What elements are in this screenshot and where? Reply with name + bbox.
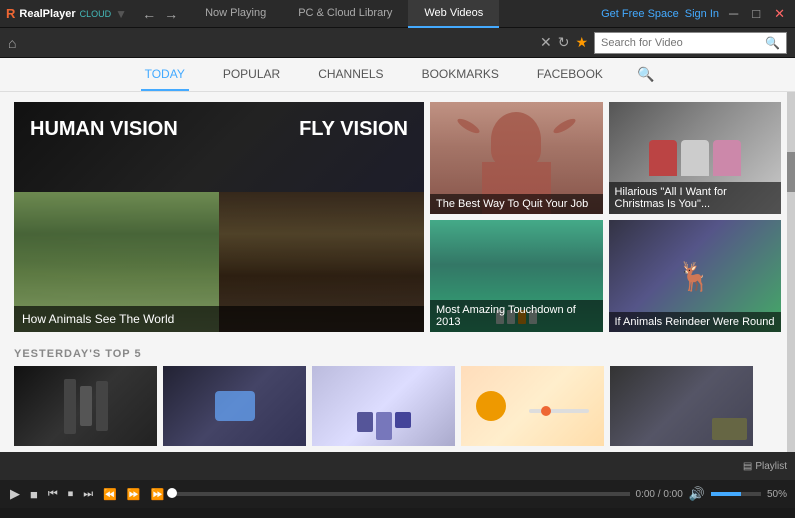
video-section-top: HUMAN VISION FLY VISION Ho	[0, 92, 795, 344]
ffwd-button[interactable]: ⏩	[149, 488, 167, 501]
volume-label: 50%	[767, 489, 787, 500]
prev-button[interactable]: ⏮	[46, 488, 60, 501]
nav-facebook[interactable]: FACEBOOK	[533, 59, 607, 91]
search-input[interactable]	[601, 37, 761, 49]
app-logo: R RealPlayer CLOUD	[6, 6, 111, 21]
yesterday-thumb-5[interactable]	[610, 366, 753, 446]
yesterday-thumb-3[interactable]	[312, 366, 455, 446]
playlist-button[interactable]: ▤ Playlist	[743, 461, 787, 472]
pause-stop-button[interactable]: ⏹	[66, 488, 76, 501]
player-bar: ▶ ■ ⏮ ⏹ ⏭ ⏪ ⏩ ⏩ 0:00 / 0:00 🔊 50%	[0, 480, 795, 508]
refresh-icon[interactable]: ↻	[558, 34, 570, 51]
featured-video-title: How Animals See The World	[14, 306, 424, 332]
logo-r: R	[6, 6, 15, 21]
slowmo-button[interactable]: ⏩	[125, 488, 143, 501]
main-tabs: Now Playing PC & Cloud Library Web Video…	[189, 0, 601, 28]
video-thumb-xmas-title: Hilarious "All I Want for Christmas Is Y…	[609, 182, 782, 214]
volume-fill	[711, 492, 741, 496]
minimize-button[interactable]: ─	[725, 6, 742, 21]
side-row-2: Most Amazing Touchdown of 2013 🦌 If Anim…	[430, 220, 781, 332]
bookmark-icon[interactable]: ★	[575, 34, 588, 51]
next-button[interactable]: ⏭	[81, 488, 95, 501]
tab-pc-cloud-library[interactable]: PC & Cloud Library	[282, 0, 408, 28]
playlist-label: Playlist	[755, 461, 787, 472]
logo-name: RealPlayer	[19, 8, 75, 20]
yesterday-img-2	[163, 366, 306, 446]
yesterday-thumb-1[interactable]	[14, 366, 157, 446]
video-thumb-xmas[interactable]: Hilarious "All I Want for Christmas Is Y…	[609, 102, 782, 214]
tab-web-videos[interactable]: Web Videos	[408, 0, 499, 28]
volume-icon[interactable]: 🔊	[689, 486, 705, 502]
sign-in-link[interactable]: Sign In	[685, 8, 719, 20]
yesterday-img-4	[461, 366, 604, 446]
yesterday-thumb-4[interactable]	[461, 366, 604, 446]
get-free-space-link[interactable]: Get Free Space	[601, 8, 679, 20]
search-submit-icon[interactable]: 🔍	[765, 36, 780, 50]
yesterday-row	[0, 366, 795, 446]
video-thumb-reindeer-title: If Animals Reindeer Were Round	[609, 312, 782, 332]
volume-bar[interactable]	[711, 492, 761, 496]
nav-arrows: ← →	[139, 6, 181, 22]
side-row-1: The Best Way To Quit Your Job	[430, 102, 781, 214]
fly-vision-label: FLY VISION	[219, 118, 408, 141]
video-thumb-reindeer[interactable]: 🦌 If Animals Reindeer Were Round	[609, 220, 782, 332]
main-content: HUMAN VISION FLY VISION Ho	[0, 92, 795, 452]
close-button[interactable]: ✕	[770, 6, 789, 22]
logo-dropdown-icon[interactable]: ▼	[115, 7, 127, 21]
back-button[interactable]: ←	[139, 6, 159, 22]
yesterday-label: YESTERDAY'S TOP 5	[0, 344, 795, 366]
window-controls-area: Get Free Space Sign In ─ □ ✕	[601, 6, 789, 22]
scrollbar-thumb[interactable]	[787, 152, 795, 192]
logo-sub: CLOUD	[80, 9, 112, 19]
search-box: 🔍	[594, 32, 787, 54]
human-vision-label: HUMAN VISION	[30, 118, 219, 141]
tab-now-playing[interactable]: Now Playing	[189, 0, 282, 28]
scrollbar[interactable]	[787, 92, 795, 452]
title-bar: R RealPlayer CLOUD ▼ ← → Now Playing PC …	[0, 0, 795, 28]
yesterday-img-3	[312, 366, 455, 446]
address-bar: ⌂ ✕ ↻ ★ 🔍	[0, 28, 795, 58]
fly-vision-text: FLY VISION	[299, 118, 408, 141]
yesterday-img-5	[610, 366, 753, 446]
nav-popular[interactable]: POPULAR	[219, 59, 284, 91]
stop-button[interactable]: ■	[28, 487, 40, 502]
nav-bookmarks[interactable]: BOOKMARKS	[418, 59, 503, 91]
video-thumb-touchdown-title: Most Amazing Touchdown of 2013	[430, 300, 603, 332]
media-bar: ▤ Playlist	[0, 452, 795, 480]
featured-video[interactable]: HUMAN VISION FLY VISION Ho	[14, 102, 424, 332]
nav-channels[interactable]: CHANNELS	[314, 59, 387, 91]
forward-button[interactable]: →	[161, 6, 181, 22]
video-grid: HUMAN VISION FLY VISION Ho	[14, 102, 781, 332]
video-thumb-quit-job[interactable]: The Best Way To Quit Your Job	[430, 102, 603, 214]
video-thumb-touchdown[interactable]: Most Amazing Touchdown of 2013	[430, 220, 603, 332]
progress-thumb[interactable]	[167, 488, 177, 498]
nav-search-icon[interactable]: 🔍	[637, 66, 654, 83]
playlist-icon: ▤	[743, 461, 752, 472]
maximize-button[interactable]: □	[748, 6, 764, 21]
progress-bar[interactable]	[172, 492, 629, 496]
human-vision-text: HUMAN VISION	[30, 118, 178, 140]
time-display: 0:00 / 0:00	[636, 489, 683, 500]
home-icon[interactable]: ⌂	[8, 35, 16, 51]
close-page-icon[interactable]: ✕	[540, 34, 552, 51]
rewind-button[interactable]: ⏪	[101, 488, 119, 501]
content-nav-bar: TODAY POPULAR CHANNELS BOOKMARKS FACEBOO…	[0, 58, 795, 92]
video-thumb-quit-job-title: The Best Way To Quit Your Job	[430, 194, 603, 214]
nav-today[interactable]: TODAY	[141, 59, 189, 91]
yesterday-img-1	[14, 366, 157, 446]
yesterday-thumb-2[interactable]	[163, 366, 306, 446]
play-button[interactable]: ▶	[8, 486, 22, 502]
side-videos: The Best Way To Quit Your Job	[430, 102, 781, 332]
